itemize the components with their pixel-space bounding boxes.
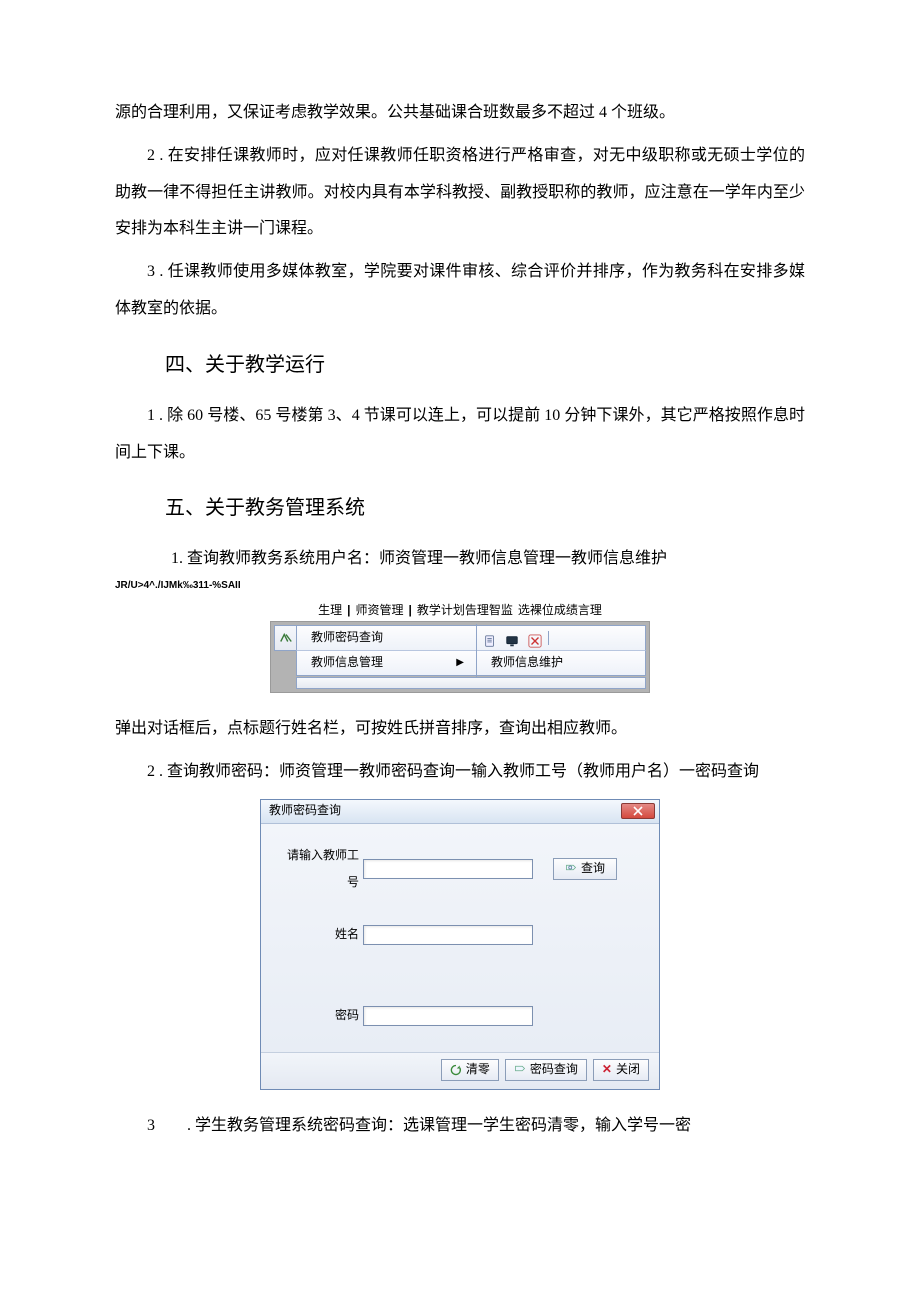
menu-tab-1[interactable]: 生理 (318, 603, 342, 617)
menu-tab-2[interactable]: 师资管理 (355, 603, 403, 617)
menu-dropdown: 教师密码查询 教师 (270, 621, 650, 693)
submenu-item-info-maintain[interactable]: 教师信息维护 (477, 649, 645, 677)
paragraph-popup-note: 弹出对话框后，点标题行姓名栏，可按姓氏拼音排序，查询出相应教师。 (115, 711, 805, 748)
password-label: 密码 (277, 1002, 363, 1030)
clear-button-label: 清零 (466, 1056, 490, 1084)
paragraph-2: 2 . 在安排任课教师时，应对任课教师任职资格进行严格审查，对无中级职称或无硕士… (115, 138, 805, 248)
chevron-right-icon: ▶ (456, 651, 464, 674)
name-label: 姓名 (277, 921, 363, 949)
password-field: 密码 (277, 1002, 643, 1030)
separator-icon: | (409, 603, 412, 617)
paragraph-5-2: 2 . 查询教师密码：师资管理一教师密码查询一输入教师工号（教师用户名）一密码查… (115, 754, 805, 791)
search-icon (514, 1064, 526, 1076)
clear-button[interactable]: 清零 (441, 1059, 499, 1081)
menu-screenshot: 生理 | 师资管理 | 教学计划告理智监 选裸位成绩言理 教师密码查询 (270, 602, 650, 693)
password-query-dialog: 教师密码查询 请输入教师工号 查询 姓名 密码 清零 (260, 799, 660, 1090)
menu-tab-3[interactable]: 教学计划告理智监 (417, 603, 513, 617)
menu-tabs: 生理 | 师资管理 | 教学计划告理智监 选裸位成绩言理 (270, 602, 650, 621)
teacher-id-field: 请输入教师工号 查询 (277, 842, 643, 897)
x-icon: ✕ (602, 1056, 612, 1084)
paragraph-5-1: 1. 查询教师教务系统用户名：师资管理一教师信息管理一教师信息维护 (115, 541, 805, 578)
teacher-id-label: 请输入教师工号 (277, 842, 363, 897)
refresh-icon (450, 1064, 462, 1076)
submenu-label: 教师信息维护 (491, 649, 563, 677)
garbled-text: JR/U>4^./IJMk‰311-%SAII (115, 580, 805, 592)
paragraph-1: 源的合理利用，又保证考虑教学效果。公共基础课合班数最多不超过 4 个班级。 (115, 95, 805, 132)
dialog-titlebar: 教师密码查询 (261, 800, 659, 824)
menu-item-password-query[interactable]: 教师密码查询 (297, 624, 477, 652)
menu-item-label: 教师信息管理 (311, 649, 383, 677)
window-close-button[interactable] (621, 803, 655, 819)
menu-item-label: 教师密码查询 (311, 624, 383, 652)
teacher-id-input[interactable] (363, 859, 533, 879)
monitor-icon[interactable] (505, 631, 519, 645)
query-button-label: 查询 (581, 855, 605, 883)
heading-5: 五、关于教务管理系统 (115, 485, 805, 531)
query-button[interactable]: 查询 (553, 858, 617, 880)
paragraph-5-3: 3 . 学生教务管理系统密码查询：选课管理一学生密码清零，输入学号一密 (115, 1108, 805, 1145)
paragraph-4-1: 1 . 除 60 号楼、65 号楼第 3、4 节课可以连上，可以提前 10 分钟… (115, 398, 805, 472)
menu-tab-4[interactable]: 选裸位成绩言理 (518, 603, 602, 617)
search-icon (565, 863, 577, 875)
heading-4: 四、关于教学运行 (115, 342, 805, 388)
toolbar-left-icon[interactable] (274, 625, 296, 651)
close-button[interactable]: ✕ 关闭 (593, 1059, 649, 1081)
password-input[interactable] (363, 1006, 533, 1026)
password-query-button-label: 密码查询 (530, 1056, 578, 1084)
menu-item-info-manage[interactable]: 教师信息管理 ▶ (297, 649, 477, 677)
name-field: 姓名 (277, 921, 643, 949)
paragraph-3: 3 . 任课教师使用多媒体教室，学院要对课件审核、综合评价并排序，作为教务科在安… (115, 254, 805, 328)
dialog-title-text: 教师密码查询 (269, 797, 341, 825)
close-button-label: 关闭 (616, 1056, 640, 1084)
separator-icon: | (347, 603, 350, 617)
name-input[interactable] (363, 925, 533, 945)
close-icon[interactable] (528, 631, 542, 645)
dialog-footer: 清零 密码查询 ✕ 关闭 (261, 1052, 659, 1089)
password-query-button[interactable]: 密码查询 (505, 1059, 587, 1081)
document-icon[interactable] (483, 631, 497, 645)
menu-bottom-bar (296, 677, 646, 689)
